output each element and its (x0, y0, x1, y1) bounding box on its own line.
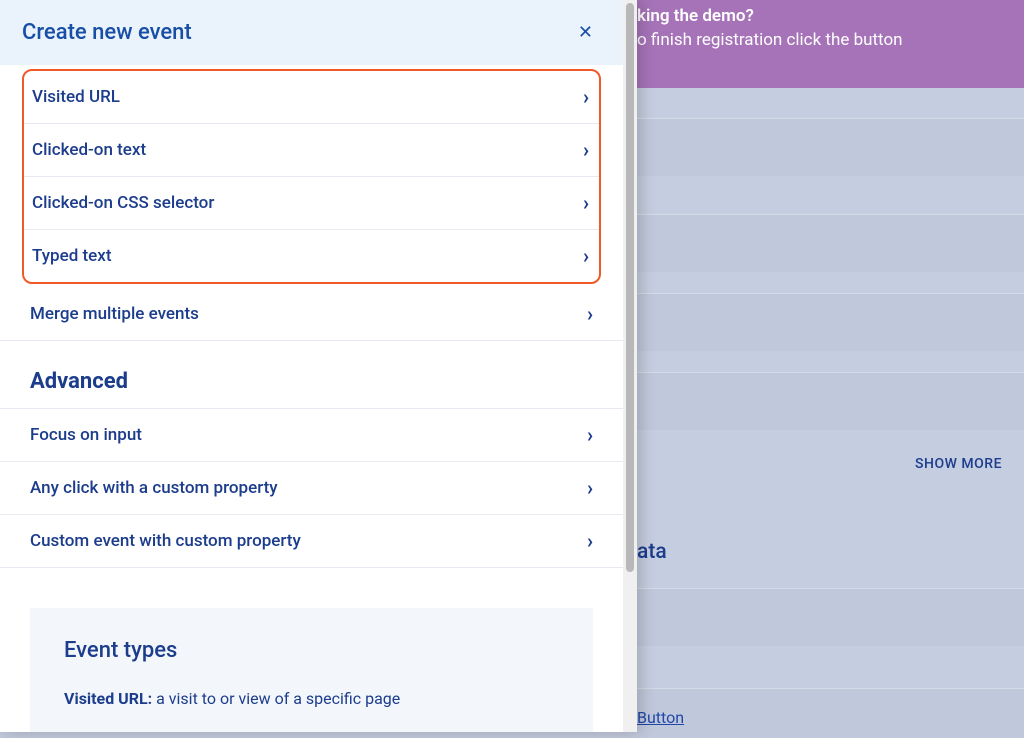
event-type-clicked-on-text[interactable]: Clicked-on text › (24, 124, 599, 177)
show-more-button[interactable]: SHOW MORE (915, 456, 1002, 472)
list-item-label: Clicked-on text (32, 140, 146, 160)
chevron-right-icon: › (587, 423, 593, 447)
help-line-bold: Visited URL: (64, 689, 152, 708)
list-item-label: Focus on input (30, 425, 142, 445)
chevron-right-icon: › (587, 529, 593, 553)
list-item-label: Typed text (32, 246, 112, 266)
chevron-right-icon: › (583, 85, 589, 109)
chevron-right-icon: › (583, 244, 589, 268)
event-type-custom-event-custom-property[interactable]: Custom event with custom property › (0, 515, 623, 568)
chevron-right-icon: › (587, 476, 593, 500)
list-item-label: Merge multiple events (30, 304, 199, 324)
list-item-label: Clicked-on CSS selector (32, 193, 214, 213)
event-type-visited-url[interactable]: Visited URL › (24, 71, 599, 124)
event-type-clicked-on-css-selector[interactable]: Clicked-on CSS selector › (24, 177, 599, 230)
close-icon[interactable]: ✕ (570, 18, 601, 47)
create-event-modal: Create new event ✕ Visited URL › Clicked… (0, 0, 637, 732)
modal-header: Create new event ✕ (0, 0, 623, 65)
chevron-right-icon: › (583, 191, 589, 215)
advanced-heading: Advanced (0, 341, 623, 408)
list-item-label: Any click with a custom property (30, 478, 278, 498)
event-type-highlight-group: Visited URL › Clicked-on text › Clicked-… (22, 69, 601, 284)
help-line-rest: a visit to or view of a specific page (152, 689, 400, 708)
bg-link[interactable]: Button (637, 708, 684, 727)
list-item-label: Visited URL (32, 87, 120, 107)
modal-title: Create new event (22, 20, 192, 45)
event-type-any-click-custom-property[interactable]: Any click with a custom property › (0, 462, 623, 515)
help-event-types: Event types Visited URL: a visit to or v… (30, 608, 593, 732)
event-type-focus-on-input[interactable]: Focus on input › (0, 408, 623, 462)
event-type-merge-multiple[interactable]: Merge multiple events › (0, 288, 623, 341)
scrollbar-thumb[interactable] (626, 3, 634, 572)
chevron-right-icon: › (583, 138, 589, 162)
list-item-label: Custom event with custom property (30, 531, 301, 551)
bg-section-title: ata (637, 540, 667, 564)
scrollbar[interactable] (623, 0, 637, 732)
help-title: Event types (64, 638, 559, 663)
event-type-typed-text[interactable]: Typed text › (24, 230, 599, 282)
chevron-right-icon: › (587, 302, 593, 326)
help-line: Visited URL: a visit to or view of a spe… (64, 687, 559, 711)
modal-body: Visited URL › Clicked-on text › Clicked-… (0, 65, 623, 732)
